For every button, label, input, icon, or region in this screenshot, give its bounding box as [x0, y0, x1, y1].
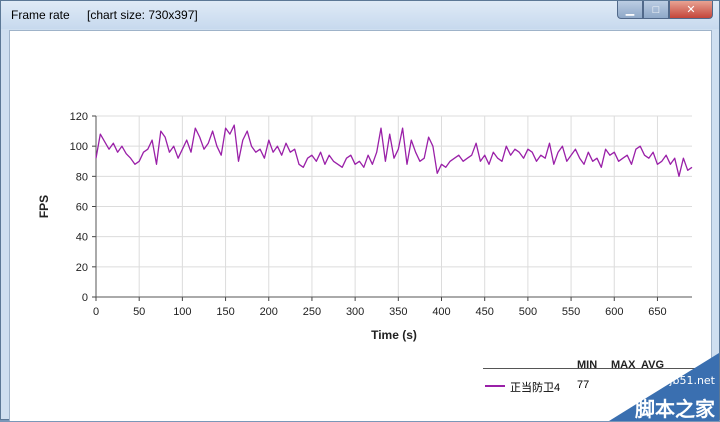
chart-series — [95, 124, 693, 177]
frame-rate-window: Frame rate [chart size: 730x397] ▁ □ ✕ 0… — [0, 0, 720, 421]
chart-size-info: [chart size: 730x397] — [87, 8, 198, 22]
window-controls: ▁ □ ✕ — [617, 1, 713, 21]
y-tick-label: 40 — [76, 232, 88, 244]
minimize-icon: ▁ — [625, 4, 635, 16]
x-tick-label: 650 — [648, 306, 666, 318]
close-button[interactable]: ✕ — [669, 1, 713, 19]
y-tick-label: 120 — [70, 111, 88, 123]
chart-panel: 0 20 40 60 80 100 120 0 50 100 150 200 250 300 350 400 4… — [9, 30, 712, 421]
maximize-button[interactable]: □ — [643, 1, 669, 19]
x-tick-label: 150 — [216, 306, 234, 318]
x-tick-label: 50 — [133, 306, 145, 318]
y-tick-label: 80 — [76, 171, 88, 183]
y-axis-label: FPS — [37, 195, 51, 218]
close-icon: ✕ — [686, 4, 696, 16]
title-bar[interactable]: Frame rate [chart size: 730x397] ▁ □ ✕ — [1, 1, 719, 29]
y-tick-label: 0 — [82, 292, 88, 304]
legend-series-name: 正当防卫4 — [510, 382, 561, 394]
y-tick-label: 100 — [70, 141, 88, 153]
fps-line-chart: 0 20 40 60 80 100 120 0 50 100 150 200 250 300 350 400 4… — [37, 111, 693, 342]
x-tick-label: 100 — [173, 306, 191, 318]
x-tick-label: 450 — [476, 306, 494, 318]
x-tick-label: 500 — [519, 306, 537, 318]
x-tick-label: 0 — [93, 306, 99, 318]
chart-axes: 0 20 40 60 80 100 120 0 50 100 150 200 250 300 350 400 4… — [70, 111, 692, 318]
maximize-icon: □ — [652, 3, 660, 16]
y-tick-label: 20 — [76, 262, 88, 274]
x-tick-label: 200 — [260, 306, 278, 318]
y-tick-label: 60 — [76, 202, 88, 214]
legend-header-min: MIN — [577, 359, 598, 371]
x-tick-label: 300 — [346, 306, 364, 318]
minimize-button[interactable]: ▁ — [617, 1, 643, 19]
watermark-name: 脚本之家 — [635, 397, 715, 421]
legend-min-value: 77 — [577, 379, 590, 391]
x-tick-label: 350 — [389, 306, 407, 318]
x-axis-label: Time (s) — [371, 328, 417, 342]
legend-swatch — [485, 385, 505, 387]
x-tick-label: 600 — [605, 306, 623, 318]
site-watermark: jb51.net 脚本之家 — [609, 353, 719, 421]
x-tick-label: 250 — [303, 306, 321, 318]
x-tick-label: 550 — [562, 306, 580, 318]
window-title: Frame rate — [11, 8, 70, 22]
x-tick-label: 400 — [432, 306, 450, 318]
series-line — [95, 124, 693, 177]
watermark-url: jb51.net — [669, 374, 715, 387]
